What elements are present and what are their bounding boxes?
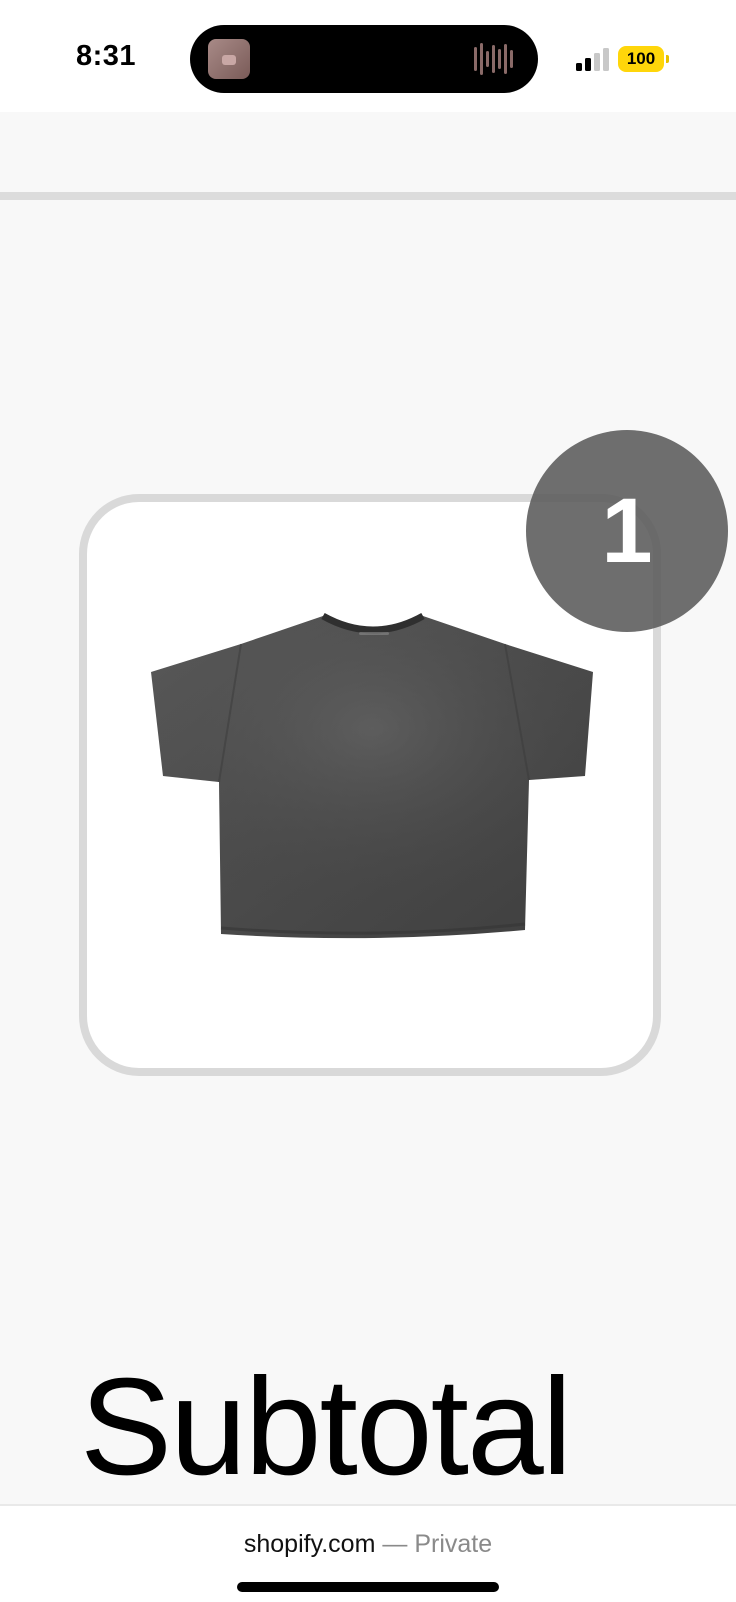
dynamic-island[interactable] — [190, 25, 538, 93]
url-separator: — — [375, 1530, 415, 1558]
home-indicator[interactable] — [237, 1582, 499, 1592]
battery-cap — [666, 55, 669, 63]
gray-tshirt-image — [151, 612, 593, 939]
url-domain: shopify.com — [243, 1530, 376, 1558]
url-line[interactable]: shopify.com — Private — [0, 1530, 736, 1559]
page-header — [0, 112, 736, 192]
status-time: 8:31 — [76, 40, 137, 72]
header-divider — [0, 192, 736, 200]
browsing-mode: Private — [414, 1530, 493, 1558]
browser-url-bar[interactable]: shopify.com — Private — [0, 1504, 736, 1602]
music-thumbnail-icon — [208, 39, 250, 79]
signal-icon — [576, 48, 609, 71]
battery-level: 100 — [626, 49, 656, 68]
battery-icon: 100 — [618, 46, 670, 72]
quantity-badge: 1 — [526, 430, 728, 632]
status-bar: 8:31 100 — [0, 0, 736, 112]
subtotal-label: Subtotal — [80, 1350, 572, 1504]
audio-waveform-icon — [474, 43, 513, 75]
